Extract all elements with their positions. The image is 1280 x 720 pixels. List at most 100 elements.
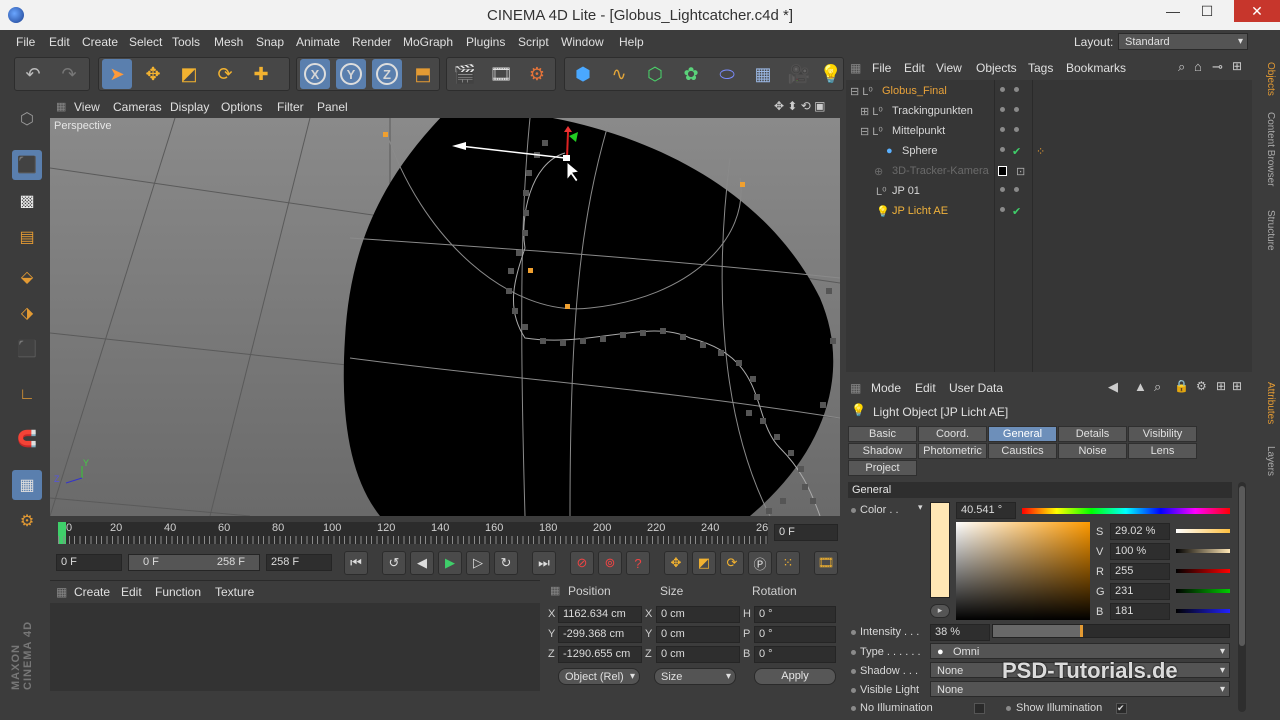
current-frame-field[interactable]: 0 F	[774, 524, 838, 541]
size-y-field[interactable]: 0 cm	[656, 626, 740, 643]
tab-structure[interactable]: Structure	[1256, 210, 1276, 251]
live-selection-icon[interactable]: ➤	[102, 59, 132, 89]
timeline-ruler[interactable]: 0 20 40 60 80 100 120 140 160 180 200 22…	[50, 518, 840, 548]
keyframe-selection-icon[interactable]: ?	[626, 551, 650, 575]
tab-general[interactable]: General	[988, 426, 1057, 442]
viewport-menu-filter[interactable]: Filter	[277, 100, 304, 114]
menu-file[interactable]: File	[16, 35, 35, 49]
record-rotation-icon[interactable]: ⟳	[720, 551, 744, 575]
light-icon[interactable]: 💡	[816, 59, 846, 89]
snap-icon[interactable]: 🧲	[12, 424, 42, 454]
position-x-field[interactable]: 1162.634 cm	[558, 606, 642, 623]
tab-caustics[interactable]: Caustics	[988, 443, 1057, 459]
start-frame-field[interactable]: 0 F	[56, 554, 122, 571]
render-settings-icon[interactable]: ⚙	[522, 59, 552, 89]
tab-layers[interactable]: Layers	[1256, 446, 1276, 476]
green-slider[interactable]	[1176, 589, 1230, 593]
model-mode-icon[interactable]: ⬛	[12, 150, 42, 180]
attribute-scrollbar[interactable]	[1238, 482, 1246, 712]
points-mode-icon[interactable]: ⬙	[12, 262, 42, 292]
close-button[interactable]: ✕	[1234, 0, 1280, 22]
menu-render[interactable]: Render	[352, 35, 391, 49]
rotate-icon[interactable]: ⟳	[210, 59, 240, 89]
objects-menu-bookmarks[interactable]: Bookmarks	[1066, 61, 1126, 75]
menu-tools[interactable]: Tools	[172, 35, 200, 49]
position-z-field[interactable]: -1290.655 cm	[558, 646, 642, 663]
next-key-icon[interactable]: ↻	[494, 551, 518, 575]
back-arrow-icon[interactable]: ◀	[1108, 379, 1118, 395]
saturation-field[interactable]: 29.02 %	[1110, 523, 1170, 540]
menu-plugins[interactable]: Plugins	[466, 35, 505, 49]
tab-project[interactable]: Project	[848, 460, 917, 476]
axis-mode-icon[interactable]: ∟	[12, 380, 42, 410]
size-x-field[interactable]: 0 cm	[656, 606, 740, 623]
saturation-slider[interactable]	[1176, 529, 1230, 533]
make-editable-icon[interactable]: ⬡	[12, 104, 42, 134]
record-active-objects-icon[interactable]: ⊘	[570, 551, 594, 575]
objects-menu-view[interactable]: View	[936, 61, 962, 75]
tab-lens[interactable]: Lens	[1128, 443, 1197, 459]
previous-key-icon[interactable]: ↺	[382, 551, 406, 575]
material-menu-function[interactable]: Function	[155, 585, 201, 599]
viewport-menu-cameras[interactable]: Cameras	[113, 100, 162, 114]
viewport-menu-options[interactable]: Options	[221, 100, 262, 114]
workplane-lock-icon[interactable]: ▦	[12, 470, 42, 500]
tab-basic[interactable]: Basic	[848, 426, 917, 442]
render-view-icon[interactable]: 🎬	[450, 59, 480, 89]
camera-tag-icon[interactable]	[998, 166, 1007, 176]
object-row[interactable]: 💡 JP Licht AE ✔	[846, 202, 1252, 222]
search-icon[interactable]: ⌕	[1178, 59, 1185, 75]
menu-mograph[interactable]: MoGraph	[403, 35, 453, 49]
value-slider[interactable]	[1176, 549, 1230, 553]
tab-visibility[interactable]: Visibility	[1128, 426, 1197, 442]
color-options-button[interactable]: ▸	[930, 604, 950, 618]
new-window-icon[interactable]: ⊞	[1232, 379, 1242, 393]
camera-icon[interactable]: 🎥	[784, 59, 814, 89]
minimize-button[interactable]: —	[1158, 0, 1188, 22]
x-axis-icon[interactable]: X	[300, 59, 330, 89]
floor-icon[interactable]: ▦	[748, 59, 778, 89]
previous-frame-icon[interactable]: ◀	[410, 551, 434, 575]
record-point-level-icon[interactable]: ⁙	[776, 551, 800, 575]
home-icon[interactable]: ⌂	[1194, 59, 1202, 74]
tab-content-browser[interactable]: Content Browser	[1256, 112, 1276, 186]
type-dropdown[interactable]: ● Omni	[930, 643, 1230, 660]
material-menu-create[interactable]: Create	[74, 585, 110, 599]
object-row[interactable]: ● Sphere ✔ ⁘	[846, 142, 1252, 162]
intensity-slider[interactable]	[992, 624, 1230, 638]
coordinate-system-icon[interactable]: ⬒	[408, 59, 438, 89]
chevron-down-icon[interactable]: ▾	[918, 502, 923, 513]
apply-button[interactable]: Apply	[754, 668, 836, 685]
cube-icon[interactable]: ⬢	[568, 59, 598, 89]
object-row[interactable]: ⊟ L⁰ Globus_Final	[846, 82, 1252, 102]
new-window-icon[interactable]: ⊞	[1216, 379, 1226, 393]
red-field[interactable]: 255	[1110, 563, 1170, 580]
autokeying-icon[interactable]: ⊚	[598, 551, 622, 575]
add-transform-icon[interactable]: ✚	[246, 59, 276, 89]
redo-icon[interactable]: ↷	[54, 59, 84, 89]
position-y-field[interactable]: -299.368 cm	[558, 626, 642, 643]
menu-create[interactable]: Create	[82, 35, 118, 49]
red-slider[interactable]	[1176, 569, 1230, 573]
record-parameter-icon[interactable]: Ⓟ	[748, 551, 772, 575]
scale-icon[interactable]: ◩	[174, 59, 204, 89]
blue-slider[interactable]	[1176, 609, 1230, 613]
menu-script[interactable]: Script	[518, 35, 549, 49]
attr-menu-user-data[interactable]: User Data	[949, 381, 1003, 395]
green-field[interactable]: 231	[1110, 583, 1170, 600]
workplane-mode-icon[interactable]: ▤	[12, 222, 42, 252]
hue-field[interactable]: 40.541 °	[956, 502, 1016, 519]
saturation-value-picker[interactable]	[956, 522, 1090, 620]
end-frame-field[interactable]: 258 F	[266, 554, 332, 571]
viewport-menu-view[interactable]: View	[74, 100, 100, 114]
y-axis-icon[interactable]: Y	[336, 59, 366, 89]
object-row[interactable]: ⊟ L⁰ Mittelpunkt	[846, 122, 1252, 142]
tracker-tag-icon[interactable]: ⊡	[1016, 165, 1025, 178]
deformer-icon[interactable]: ⬭	[712, 59, 742, 89]
tab-photometric[interactable]: Photometric	[918, 443, 987, 459]
checkmark-icon[interactable]: ✔	[1012, 145, 1021, 158]
range-slider[interactable]: 0 F 258 F	[128, 554, 260, 571]
object-row[interactable]: ⊞ L⁰ Trackingpunkten	[846, 102, 1252, 122]
value-field[interactable]: 100 %	[1110, 543, 1170, 560]
objects-menu-tags[interactable]: Tags	[1028, 61, 1053, 75]
